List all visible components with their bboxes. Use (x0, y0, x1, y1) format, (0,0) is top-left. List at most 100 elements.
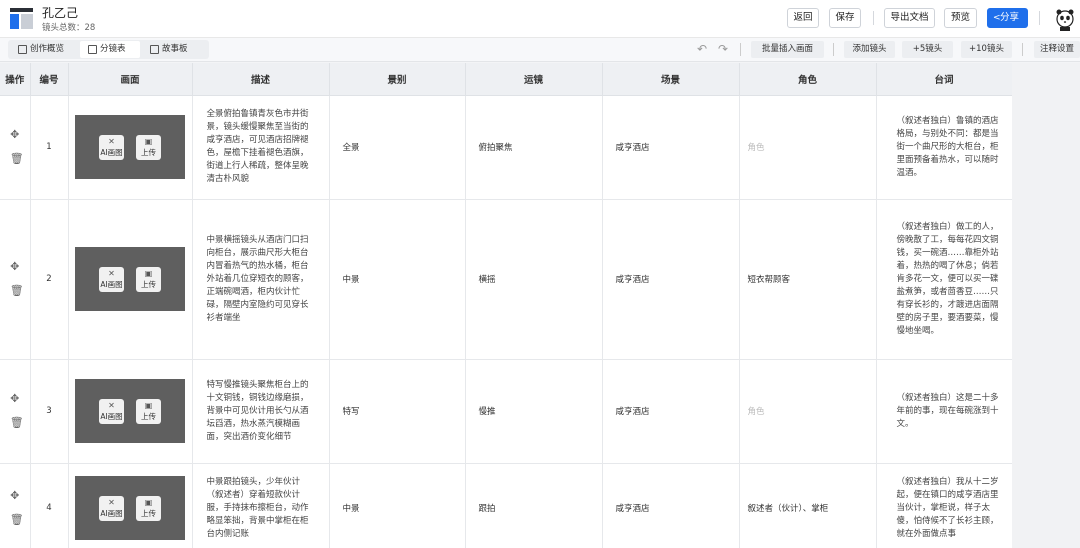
table-header-row: 操作 编号 画面 描述 景别 运镜 场景 角色 台词 (0, 63, 1012, 96)
col-header: 操作 (0, 63, 31, 96)
divider (740, 43, 741, 56)
wand-icon: ✕ (108, 498, 115, 507)
scene-cell[interactable]: 咸亨酒店 (602, 359, 740, 464)
ai-draw-button[interactable]: ✕ AI画图 (99, 267, 124, 292)
share-label: 分享 (1000, 12, 1020, 23)
back-button[interactable]: 返回 (787, 8, 819, 28)
scene-cell[interactable]: 咸亨酒店 (602, 199, 740, 360)
row-actions: ✥ 🗑 (0, 463, 31, 548)
toolbar: 创作概览 分镜表 故事板 ↶ ↷ 批量插入画面 添加镜头 +5镜头 +10镜头 … (0, 38, 1080, 62)
role-cell[interactable]: 叙述者（伙计）、掌柜 (739, 463, 877, 548)
overview-icon (18, 45, 27, 54)
image-upload-icon: ▣ (144, 137, 153, 146)
trash-icon[interactable]: 🗑 (10, 417, 24, 428)
upload-button[interactable]: ▣ 上传 (136, 399, 161, 424)
shot-count: 镜头总数：28 (42, 23, 96, 33)
frame-cell: ✕ AI画图 ▣ 上传 (68, 359, 193, 464)
add-5-shots-button[interactable]: +5镜头 (902, 41, 953, 58)
trash-icon[interactable]: 🗑 (10, 514, 24, 525)
scene-cell[interactable]: 咸亨酒店 (602, 95, 740, 200)
add-shot-button[interactable]: 添加镜头 (844, 41, 895, 58)
ai-draw-button[interactable]: ✕ AI画图 (99, 135, 124, 160)
add-10-shots-button[interactable]: +10镜头 (961, 41, 1012, 58)
camera-move-cell[interactable]: 慢推 (465, 359, 603, 464)
camera-move-cell[interactable]: 横摇 (465, 199, 603, 360)
wand-icon: ✕ (108, 269, 115, 278)
shot-size-cell[interactable]: 全景 (329, 95, 466, 200)
upload-button[interactable]: ▣ 上传 (136, 496, 161, 521)
divider (1022, 43, 1023, 56)
tab-overview[interactable]: 创作概览 (10, 41, 78, 58)
image-upload-icon: ▣ (144, 498, 153, 507)
undo-icon[interactable]: ↶ (697, 42, 707, 56)
dialogue-cell[interactable]: （叙述者独白）鲁镇的酒店格局，与别处不同：都是当街一个曲尺形的大柜台，柜里面预备… (876, 95, 1012, 200)
trash-icon[interactable]: 🗑 (10, 285, 24, 296)
right-panel (1012, 63, 1080, 548)
panda-avatar-icon[interactable] (1054, 6, 1076, 32)
scene-cell[interactable]: 咸亨酒店 (602, 463, 740, 548)
upload-button[interactable]: ▣ 上传 (136, 267, 161, 292)
view-tabs: 创作概览 分镜表 故事板 (8, 40, 209, 59)
share-button[interactable]: < 分享 (987, 8, 1028, 28)
project-title: 孔乙己 (42, 6, 79, 20)
camera-move-cell[interactable]: 俯拍聚焦 (465, 95, 603, 200)
col-header: 运镜 (465, 63, 603, 96)
upload-button[interactable]: ▣ 上传 (136, 135, 161, 160)
dialogue-cell[interactable]: （叙述者独白）我从十二岁起，便在镇口的咸亨酒店里当伙计，掌柜说，样子太傻，怕侍候… (876, 463, 1012, 548)
drag-handle-icon[interactable]: ✥ (10, 490, 20, 501)
col-header: 景别 (329, 63, 466, 96)
description-cell[interactable]: 特写慢推镜头聚焦柜台上的十文铜钱，铜钱边缘磨损，背景中可见伙计用长勺从酒坛舀酒，… (192, 359, 330, 464)
role-cell[interactable]: 角色 (739, 95, 877, 200)
row-actions: ✥ 🗑 (0, 199, 31, 360)
redo-icon[interactable]: ↷ (718, 42, 728, 56)
role-cell[interactable]: 短衣帮顾客 (739, 199, 877, 360)
preview-button[interactable]: 预览 (944, 8, 977, 28)
drag-handle-icon[interactable]: ✥ (10, 129, 20, 140)
wand-icon: ✕ (108, 401, 115, 410)
wand-icon: ✕ (108, 137, 115, 146)
drag-handle-icon[interactable]: ✥ (10, 261, 20, 272)
col-header: 台词 (876, 63, 1012, 96)
table-row: ✥ 🗑 1 ✕ AI画图 ▣ 上传 全景俯拍鲁镇青灰色市井街景，镜头缓慢聚焦至当… (0, 95, 1012, 200)
dialogue-cell[interactable]: （叙述者独白）这是二十多年前的事，现在每碗涨到十文。 (876, 359, 1012, 464)
camera-move-cell[interactable]: 跟拍 (465, 463, 603, 548)
shot-number: 4 (30, 463, 69, 548)
annotation-settings-button[interactable]: 注释设置 (1034, 41, 1080, 58)
frame-placeholder: ✕ AI画图 ▣ 上传 (75, 247, 185, 311)
dialogue-cell[interactable]: （叙述者独白）做工的人，傍晚散了工，每每花四文铜钱，买一碗酒……靠柜外站着，热热… (876, 199, 1012, 360)
grid-icon (150, 45, 159, 54)
divider (833, 43, 834, 56)
col-header: 画面 (68, 63, 193, 96)
table-row: ✥ 🗑 4 ✕ AI画图 ▣ 上传 中景跟拍镜头，少年伙计（叙述者）穿着短款伙计… (0, 463, 1012, 548)
description-cell[interactable]: 全景俯拍鲁镇青灰色市井街景，镜头缓慢聚焦至当街的咸亨酒店，可见酒店招牌褪色，屋檐… (192, 95, 330, 200)
ai-draw-button[interactable]: ✕ AI画图 (99, 399, 124, 424)
ai-draw-button[interactable]: ✕ AI画图 (99, 496, 124, 521)
shot-size-cell[interactable]: 特写 (329, 359, 466, 464)
frame-cell: ✕ AI画图 ▣ 上传 (68, 95, 193, 200)
table-row: ✥ 🗑 2 ✕ AI画图 ▣ 上传 中景横摇镜头从酒店门口扫向柜台，展示曲尺形大… (0, 199, 1012, 360)
role-cell[interactable]: 角色 (739, 359, 877, 464)
col-header: 场景 (602, 63, 740, 96)
shot-size-cell[interactable]: 中景 (329, 199, 466, 360)
description-cell[interactable]: 中景横摇镜头从酒店门口扫向柜台，展示曲尺形大柜台内冒着热气的热水桶，柜台外站着几… (192, 199, 330, 360)
export-doc-button[interactable]: 导出文档 (884, 8, 935, 28)
frame-placeholder: ✕ AI画图 ▣ 上传 (75, 115, 185, 179)
batch-insert-button[interactable]: 批量插入画面 (751, 41, 824, 58)
row-actions: ✥ 🗑 (0, 359, 31, 464)
description-cell[interactable]: 中景跟拍镜头，少年伙计（叙述者）穿着短款伙计服，手持抹布擦柜台，动作略显笨拙，背… (192, 463, 330, 548)
divider (1039, 11, 1040, 25)
tab-shot-list[interactable]: 分镜表 (80, 41, 140, 58)
list-icon (88, 45, 97, 54)
shot-number: 2 (30, 199, 69, 360)
image-upload-icon: ▣ (144, 401, 153, 410)
drag-handle-icon[interactable]: ✥ (10, 393, 20, 404)
divider (873, 11, 874, 25)
tab-storyboard[interactable]: 故事板 (142, 41, 207, 58)
frame-cell: ✕ AI画图 ▣ 上传 (68, 199, 193, 360)
trash-icon[interactable]: 🗑 (10, 153, 24, 164)
shot-number: 3 (30, 359, 69, 464)
save-button[interactable]: 保存 (829, 8, 861, 28)
image-upload-icon: ▣ (144, 269, 153, 278)
app-logo (10, 8, 33, 29)
shot-size-cell[interactable]: 中景 (329, 463, 466, 548)
